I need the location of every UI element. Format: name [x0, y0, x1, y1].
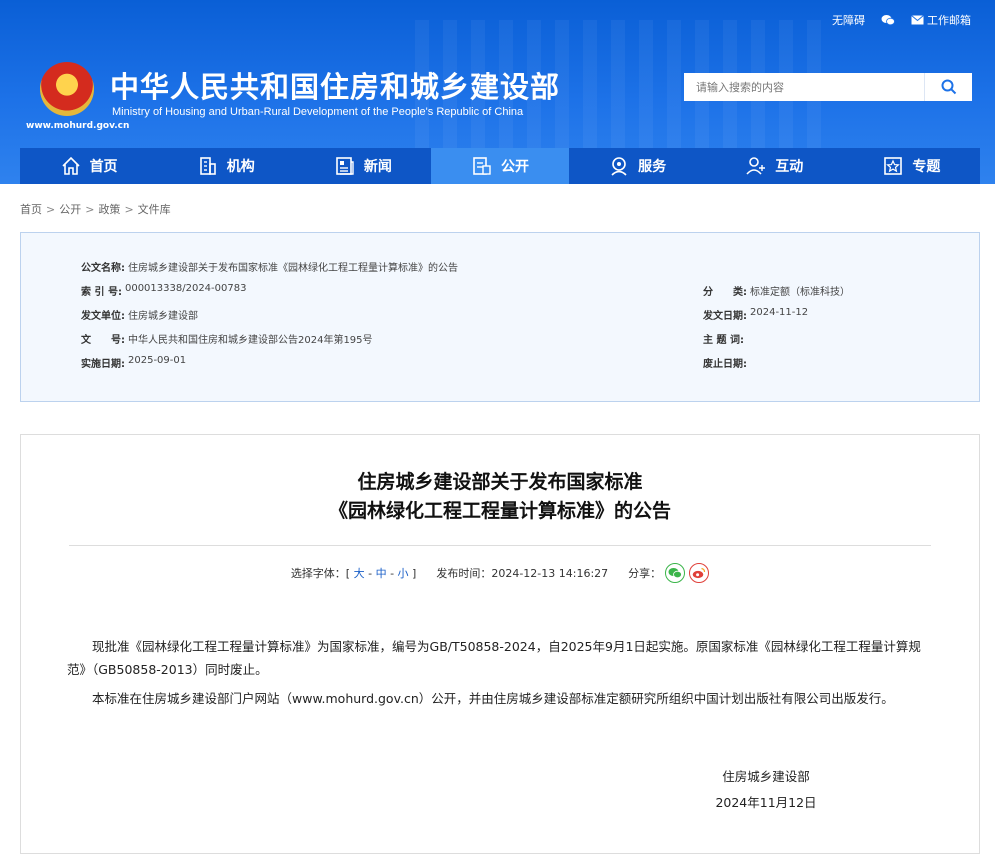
nav-item-news[interactable]: 新闻: [294, 148, 431, 184]
meta-label: 文 号:: [81, 335, 125, 346]
article-paragraph: 现批准《园林绿化工程工程量计算标准》为国家标准，编号为GB/T50858-202…: [67, 639, 921, 677]
interaction-icon: [746, 157, 766, 175]
breadcrumb: 首页 > 公开 > 政策 > 文件库: [20, 201, 171, 217]
wechat-link[interactable]: [881, 12, 895, 28]
top-links: 无障碍 工作邮箱: [832, 12, 971, 28]
meta-row-expire: 废止日期:: [703, 355, 750, 370]
nav-item-label: 新闻: [363, 159, 392, 175]
meta-label: 主 题 词:: [703, 335, 744, 346]
meta-value-issue-date: 2024-11-12: [750, 307, 809, 318]
nav-item-label: 机构: [226, 159, 255, 175]
article-paragraph: 本标准在住房城乡建设部门户网站（www.mohurd.gov.cn）公开，并由住…: [92, 691, 894, 706]
meta-row-subject: 主 题 词:: [703, 331, 747, 346]
mail-link-label: 工作邮箱: [927, 14, 971, 27]
font-size-close: ]: [412, 567, 417, 580]
nav-item-label: 公开: [500, 159, 529, 175]
star-icon: [884, 157, 903, 175]
nav-item-label: 专题: [912, 159, 941, 175]
font-size-large[interactable]: 大: [354, 567, 365, 580]
national-emblem-logo[interactable]: [40, 62, 94, 116]
article-info-bar: 选择字体：[ 大 - 中 - 小 ] 发布时间： 2024-12-13 14:1…: [21, 563, 979, 583]
meta-value-category: 标准定额（标准科技）: [750, 287, 850, 298]
breadcrumb-library[interactable]: 文件库: [138, 203, 171, 216]
meta-row-doc-name: 公文名称: 住房城乡建设部关于发布国家标准《园林绿化工程工程量计算标准》的公告: [81, 259, 458, 274]
meta-row-issue-date: 发文日期: 2024-11-12: [703, 307, 808, 322]
meta-value-doc-name: 住房城乡建设部关于发布国家标准《园林绿化工程工程量计算标准》的公告: [128, 263, 458, 274]
home-icon: [61, 156, 80, 175]
share-label: 分享：: [628, 567, 662, 580]
share-wechat-button[interactable]: [665, 563, 686, 583]
mail-icon: [911, 15, 924, 25]
article-body: 现批准《园林绿化工程工程量计算标准》为国家标准，编号为GB/T50858-202…: [67, 635, 935, 716]
nav-item-home[interactable]: 首页: [20, 148, 157, 184]
accessibility-link[interactable]: 无障碍: [832, 12, 865, 28]
site-title-cn[interactable]: 中华人民共和国住房和城乡建设部: [110, 64, 560, 106]
meta-label: 分 类:: [703, 287, 747, 298]
font-size-medium[interactable]: 中: [376, 567, 387, 580]
font-size-separator: -: [368, 567, 376, 580]
site-url: www.mohurd.gov.cn: [26, 121, 130, 131]
wechat-icon: [881, 15, 895, 26]
breadcrumb-separator: >: [46, 203, 56, 216]
meta-value-effective: 2025-09-01: [128, 355, 187, 366]
meta-row-issuer: 发文单位: 住房城乡建设部: [81, 307, 198, 322]
breadcrumb-separator: >: [85, 203, 95, 216]
meta-label: 发文单位:: [81, 311, 125, 322]
nav-item-topics[interactable]: 专题: [843, 148, 980, 184]
breadcrumb-home[interactable]: 首页: [20, 203, 42, 216]
breadcrumb-separator: >: [124, 203, 134, 216]
article-signature-date: 2024年11月12日: [715, 795, 817, 810]
share-weibo-button[interactable]: [689, 563, 710, 583]
building-icon: [199, 157, 216, 175]
search-icon: [941, 79, 956, 95]
meta-value-index: 000013338/2024-00783: [124, 283, 247, 294]
site-title-en: Ministry of Housing and Urban-Rural Deve…: [112, 106, 524, 118]
wechat-icon: [668, 568, 683, 579]
article-container: 住房城乡建设部关于发布国家标准 《园林绿化工程工程量计算标准》的公告 选择字体：…: [20, 434, 980, 854]
nav-item-service[interactable]: 服务: [569, 148, 706, 184]
font-size-separator: -: [390, 567, 398, 580]
meta-label: 废止日期:: [703, 359, 747, 370]
article-title-line2: 《园林绿化工程工程量计算标准》的公告: [328, 500, 671, 522]
meta-row-effective: 实施日期: 2025-09-01: [81, 355, 186, 370]
nav-item-label: 互动: [775, 159, 804, 175]
nav-item-label: 服务: [638, 159, 667, 175]
meta-row-index: 索 引 号: 000013338/2024-00783: [81, 283, 246, 298]
nav-item-organization[interactable]: 机构: [157, 148, 294, 184]
document-meta-panel: 公文名称: 住房城乡建设部关于发布国家标准《园林绿化工程工程量计算标准》的公告 …: [20, 232, 980, 402]
site-header: 无障碍 工作邮箱 www.mohurd.gov.cn 中华人民共和国住房和城乡建…: [0, 0, 995, 184]
nav-item-label: 首页: [89, 159, 118, 175]
meta-value-issuer: 住房城乡建设部: [128, 311, 198, 322]
publish-time-label: 发布时间：: [436, 567, 492, 580]
main-nav: 首页 机构 新闻 公开 服务 互动 专题: [20, 148, 980, 184]
meta-row-category: 分 类: 标准定额（标准科技）: [703, 283, 850, 298]
service-icon: [611, 157, 627, 176]
article-title-line1: 住房城乡建设部关于发布国家标准: [357, 471, 643, 493]
breadcrumb-public[interactable]: 公开: [59, 203, 81, 216]
document-icon: [473, 157, 491, 175]
font-size-small[interactable]: 小: [398, 567, 409, 580]
font-size-selector: 选择字体：[ 大 - 中 - 小 ]: [291, 565, 417, 581]
article-signature: 住房城乡建设部: [722, 769, 810, 784]
meta-label: 实施日期:: [81, 359, 125, 370]
mail-link[interactable]: 工作邮箱: [911, 12, 971, 28]
search-button[interactable]: [924, 73, 972, 101]
breadcrumb-policy[interactable]: 政策: [98, 203, 120, 216]
meta-value-doc-no: 中华人民共和国住房和城乡建设部公告2024年第195号: [128, 335, 373, 346]
font-size-label: 选择字体：[: [290, 567, 351, 580]
accessibility-link-label: 无障碍: [832, 14, 865, 27]
meta-label: 公文名称:: [81, 263, 125, 274]
search-input[interactable]: [684, 73, 924, 101]
meta-label: 发文日期:: [703, 311, 747, 322]
nav-item-interaction[interactable]: 互动: [706, 148, 843, 184]
meta-row-doc-no: 文 号: 中华人民共和国住房和城乡建设部公告2024年第195号: [81, 331, 373, 346]
nav-item-public[interactable]: 公开: [431, 148, 569, 184]
publish-time: 2024-12-13 14:16:27: [491, 566, 609, 580]
meta-label: 索 引 号:: [81, 287, 122, 298]
search-box: [684, 73, 972, 101]
weibo-icon: [692, 567, 706, 579]
title-divider: [69, 545, 931, 546]
news-icon: [336, 157, 354, 175]
